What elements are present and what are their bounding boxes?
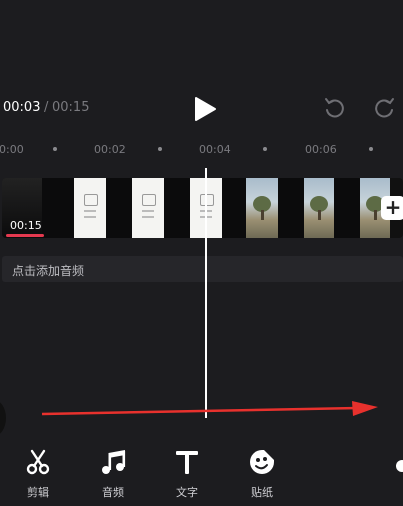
edge-handle [0, 400, 6, 436]
clip-thumbnail [334, 178, 360, 238]
add-clip-button[interactable]: + [381, 196, 403, 220]
ruler-dot [53, 147, 57, 151]
tool-audio[interactable]: 音频 [88, 448, 138, 500]
ruler-label-6: 00:06 [305, 143, 337, 156]
tool-sticker[interactable]: 贴纸 [237, 448, 287, 500]
tool-text[interactable]: 文字 [162, 448, 212, 500]
sticker-icon [250, 450, 274, 474]
clip-thumbnail [304, 178, 334, 238]
video-preview [0, 0, 403, 92]
ruler-label-4: 00:04 [199, 143, 231, 156]
redo-button[interactable] [374, 97, 396, 119]
ruler-dot [263, 147, 267, 151]
clip-thumbnail [222, 178, 246, 238]
ruler-dot [158, 147, 162, 151]
time-separator: / [44, 100, 49, 115]
undo-button[interactable] [323, 97, 345, 119]
clip-thumbnail [42, 178, 74, 238]
clip-thumbnail [106, 178, 132, 238]
clip-duration: 00:15 [10, 219, 42, 232]
tool-cut[interactable]: 剪辑 [13, 448, 63, 500]
partial-tool-icon[interactable] [396, 460, 403, 472]
playhead[interactable] [205, 168, 207, 418]
clip-duration-underline [6, 234, 44, 237]
play-icon [195, 97, 216, 121]
clip-thumbnail [278, 178, 304, 238]
tool-audio-label: 音频 [102, 486, 124, 499]
total-time: 00:15 [52, 100, 90, 115]
play-button[interactable] [193, 96, 217, 122]
ruler-label-0: 00:00 [0, 143, 24, 156]
current-time: 00:03 [3, 100, 41, 115]
tool-cut-label: 剪辑 [27, 486, 49, 499]
video-clip-track[interactable] [2, 178, 403, 238]
ruler-dot [369, 147, 373, 151]
tool-sticker-label: 贴纸 [251, 486, 273, 499]
redo-icon [375, 98, 394, 118]
clip-thumbnail [132, 178, 164, 238]
music-note-icon [102, 450, 126, 474]
clip-thumbnail [74, 178, 106, 238]
text-icon [176, 451, 198, 474]
clip-thumbnail [164, 178, 190, 238]
tool-text-label: 文字 [176, 486, 198, 499]
scissors-icon [26, 449, 50, 475]
annotation-arrow [41, 401, 378, 416]
undo-icon [325, 98, 344, 118]
ruler-label-2: 00:02 [94, 143, 126, 156]
add-audio-label: 点击添加音频 [12, 264, 85, 278]
clip-thumbnail [246, 178, 278, 238]
